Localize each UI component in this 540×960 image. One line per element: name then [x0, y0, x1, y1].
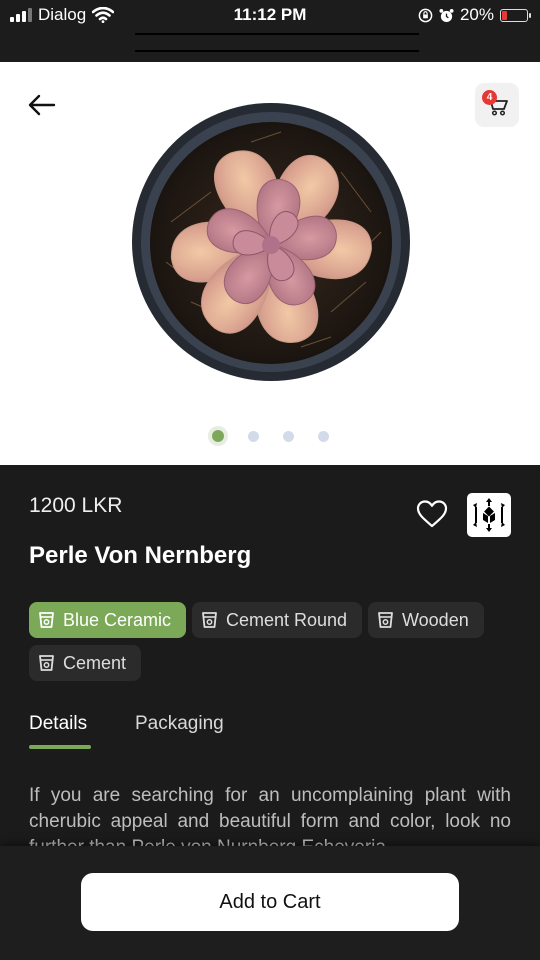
- favorite-button[interactable]: [414, 496, 450, 532]
- orientation-lock-icon: [418, 8, 433, 22]
- tab-packaging[interactable]: Packaging: [135, 713, 224, 735]
- battery-icon: [500, 8, 531, 22]
- product-name: Perle Von Nernberg: [29, 542, 252, 569]
- pot-option-cement-round[interactable]: Cement Round: [192, 602, 362, 638]
- cart-icon: [486, 97, 508, 116]
- battery-percent: 20%: [459, 5, 494, 24]
- cart-button[interactable]: 4: [475, 83, 519, 127]
- pot-option-blue-ceramic[interactable]: Blue Ceramic: [29, 602, 186, 638]
- cart-count-badge: 4: [482, 90, 497, 105]
- carousel-dot[interactable]: [317, 430, 329, 442]
- pot-option-cement[interactable]: Cement: [29, 645, 141, 681]
- bottom-action-bar: Add to Cart: [0, 846, 540, 960]
- pot-option-label: Blue Ceramic: [63, 609, 172, 630]
- pot-option-wooden[interactable]: Wooden: [368, 602, 484, 638]
- succulent-photo: [132, 103, 410, 381]
- product-price: 1200 LKR: [29, 494, 123, 517]
- carousel-dot[interactable]: [282, 430, 294, 442]
- add-to-cart-button[interactable]: Add to Cart: [81, 873, 459, 931]
- pot-icon: [378, 612, 393, 628]
- back-button[interactable]: [24, 90, 62, 120]
- carousel-dot[interactable]: [211, 430, 224, 442]
- tab-details[interactable]: Details: [29, 713, 87, 735]
- pot-icon: [39, 655, 54, 671]
- heart-outline-icon: [416, 500, 448, 528]
- status-divider: [135, 33, 419, 35]
- pot-option-label: Wooden: [402, 609, 469, 630]
- pot-option-label: Cement: [63, 652, 127, 673]
- status-right: 20%: [418, 5, 531, 25]
- product-image-carousel[interactable]: 4: [0, 62, 540, 465]
- ar-view-button[interactable]: [467, 493, 511, 537]
- status-bar: Dialog 11:12 PM 20%: [0, 0, 540, 62]
- carousel-dot[interactable]: [247, 430, 259, 442]
- status-divider: [135, 50, 419, 52]
- carousel-pagination: [0, 427, 540, 445]
- ar-view-icon: [473, 498, 505, 532]
- pot-icon: [202, 612, 217, 628]
- pot-icon: [39, 612, 54, 628]
- arrow-left-icon: [28, 94, 56, 116]
- pot-option-label: Cement Round: [226, 609, 348, 630]
- alarm-icon: [439, 8, 454, 22]
- active-tab-indicator: [29, 745, 91, 749]
